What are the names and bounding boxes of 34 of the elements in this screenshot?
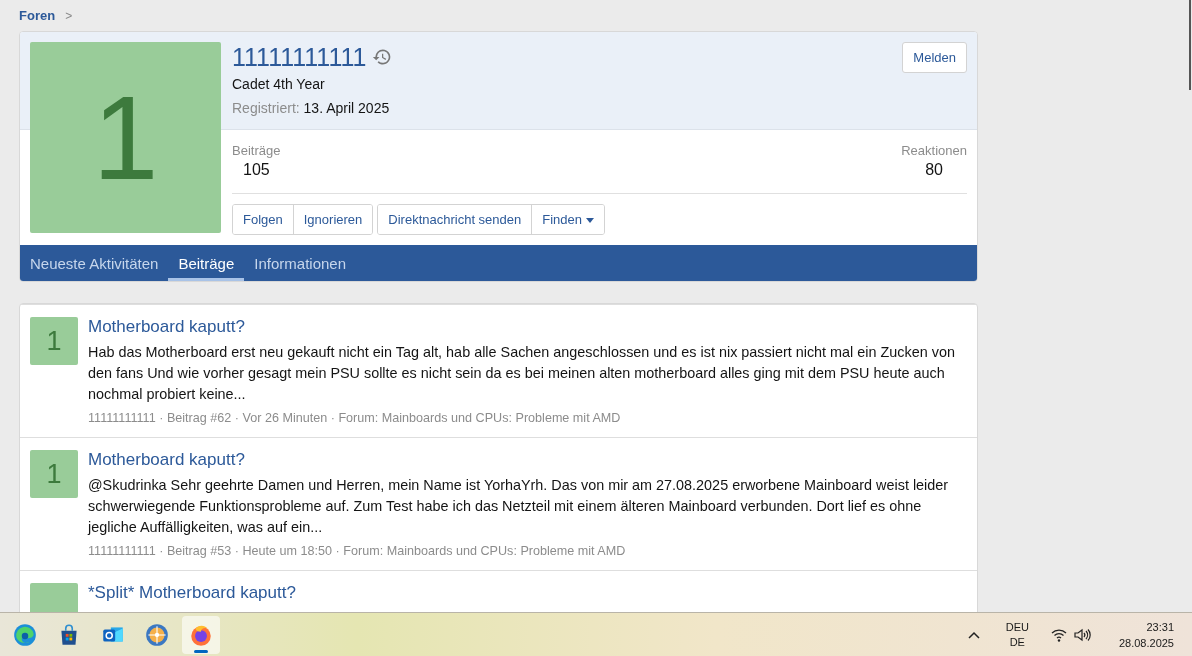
stat-label: Beiträge [232,143,281,158]
action-button[interactable]: Ignorieren [292,205,373,234]
speaker-icon[interactable] [1072,626,1091,643]
language-indicator[interactable]: DEU DE [1005,621,1029,648]
report-button[interactable]: Melden [902,42,967,73]
post-title-link[interactable]: *Split* Motherboard kaputt? [88,583,296,603]
tab[interactable]: Beiträge [168,245,245,281]
breadcrumb-separator: > [65,8,73,23]
stat-value: 105 [242,161,271,179]
taskbar-app[interactable] [182,615,220,654]
user-title: Cadet 4th Year [232,76,326,92]
post-meta: 11111111111 · Beitrag #62 · Vor 26 Minuten · Forum: Mainboards und CPUs: Probleme mit AMD [88,411,622,425]
avatar: 1 [30,317,78,365]
post-snippet: @Skudrinka Sehr geehrte Damen und Herren, mein Name ist YorhaYrh. Das von mir am 27.08.2025 erworbene Mainboard weist leider schwerwiegende Funktionsprobleme auf. Zum Test habe ich das Netzteil mit einem älteren Mainboard verbunden. Dort lief es ohne jegliche Auffälligkeiten, was auf ein... [88,476,950,537]
compass-icon [144,621,170,648]
clock[interactable]: 23:31 28.08.2025 [1118,620,1174,649]
action-button[interactable]: Finden [531,205,604,234]
post-meta: 11111111111 · Beitrag #53 · Heute um 18:50 · Forum: Mainboards und CPUs: Probleme mit AMD [88,544,627,558]
username: 11111111111 [232,42,367,72]
scrollbar-thumb[interactable] [1189,0,1191,90]
avatar: 1 [30,450,78,498]
browser-icon [12,621,38,648]
tab[interactable]: Informationen [244,245,357,281]
caret-icon [586,218,594,224]
breadcrumb-link[interactable]: Foren [19,8,56,23]
post-snippet: Hab das Motherboard erst neu gekauft nicht ein Tag alt, hab alle Sachen angeschlossen und es ist nix passiert nicht mal ein Zucken von den fans Und wie vorher gesagt mein PSU sollte es nicht sein da es bei meinen alten motherboard alles ging mit dem PSU heute auch nochmal probiert keine... [88,343,956,404]
post-title-link[interactable]: Motherboard kaputt? [88,317,245,337]
post-title-link[interactable]: Motherboard kaputt? [88,450,245,470]
avatar: 1 [30,42,221,233]
registration-date: Registriert: 13. April 2025 [232,100,391,116]
stat-label: Reaktionen [901,143,967,158]
tab[interactable]: Neueste Aktivitäten [20,245,169,281]
history-icon[interactable] [372,47,393,67]
stat-value: 80 [924,161,944,179]
